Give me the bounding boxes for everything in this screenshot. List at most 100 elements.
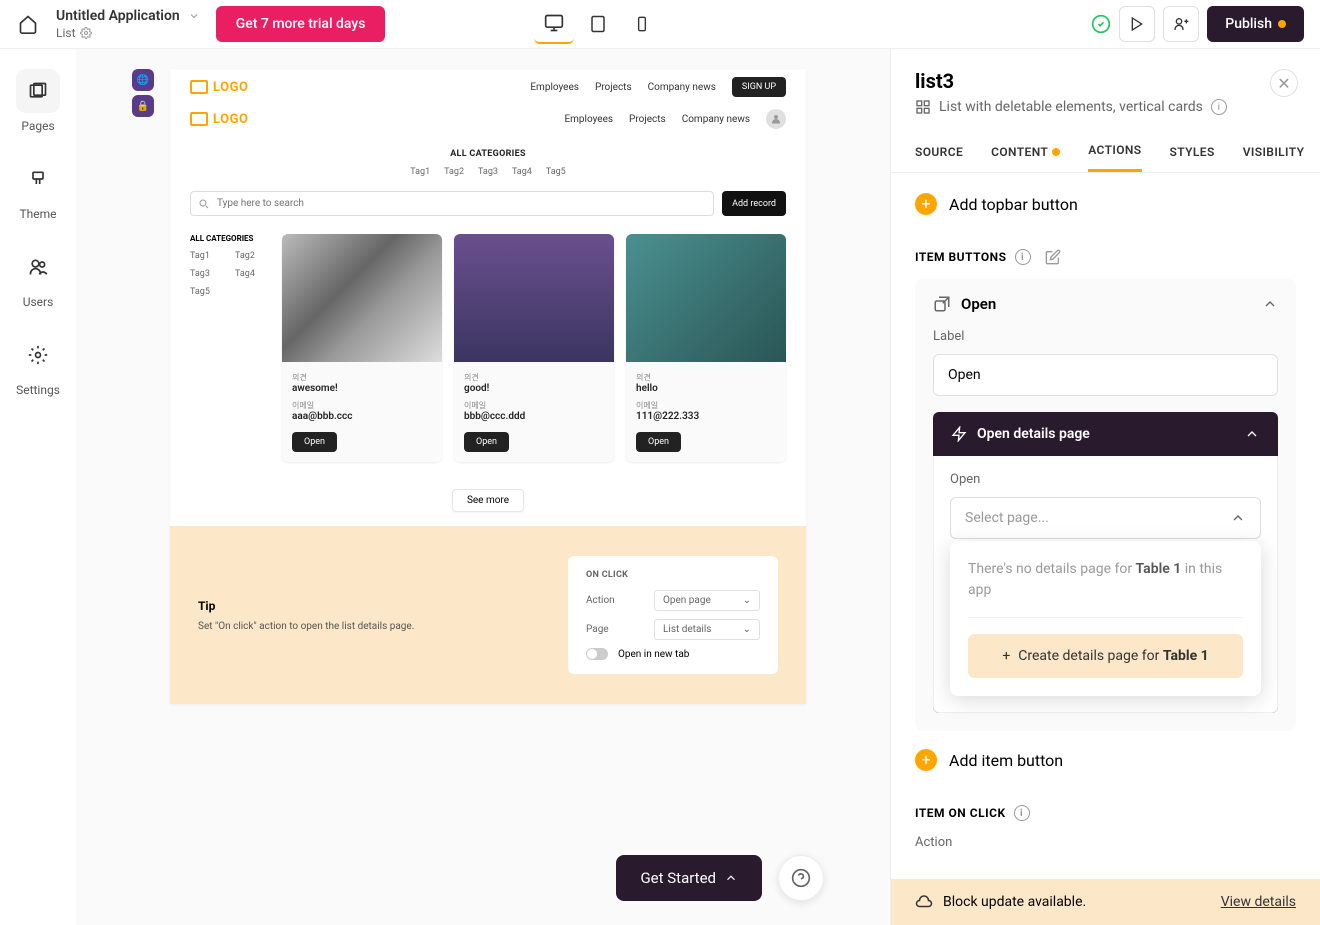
mobile-device-tab[interactable] [622,4,662,44]
side-tag[interactable]: Tag4 [235,269,270,279]
logo: LOGO [190,112,248,127]
label-input[interactable] [933,354,1278,396]
item-buttons-title: ITEM BUTTONS [915,250,1007,264]
lightning-icon [951,426,967,442]
home-icon[interactable] [16,12,40,36]
tab-content[interactable]: CONTENT [991,131,1060,172]
plus-icon: + [1002,648,1010,664]
play-button[interactable] [1119,6,1155,42]
tab-actions[interactable]: ACTIONS [1088,131,1141,172]
gear-icon[interactable] [80,27,92,39]
open-field-label: Open [950,472,1261,487]
gear-icon [28,345,48,365]
tab-visibility[interactable]: VISIBILITY [1243,131,1305,172]
open-expander-head[interactable]: Open [915,279,1296,329]
label-field-label: Label [933,329,1278,344]
info-icon[interactable]: i [1014,805,1030,821]
nav-link[interactable]: Company news [682,114,750,125]
lock-badge[interactable]: 🔒 [132,95,154,117]
tip-onclick-title: ON CLICK [586,570,760,580]
tag[interactable]: Tag5 [546,167,566,177]
card-label: 의견 [636,372,776,383]
update-banner: Block update available. View details [891,879,1320,925]
card[interactable]: 의견 good! 이메일 bbb@ccc.ddd Open [454,234,614,462]
add-user-button[interactable] [1163,6,1199,42]
tag[interactable]: Tag4 [512,167,532,177]
item-on-click-title: ITEM ON CLICK [915,806,1006,820]
signup-button[interactable]: SIGN UP [732,77,786,97]
side-tag[interactable]: Tag1 [190,251,225,261]
tablet-device-tab[interactable] [578,4,618,44]
card-label: 이메일 [464,400,604,411]
create-details-button[interactable]: + Create details page for Table 1 [968,634,1243,678]
view-details-link[interactable]: View details [1221,894,1296,910]
info-icon[interactable]: i [1015,249,1031,265]
nav-link[interactable]: Employees [564,114,613,125]
publish-button[interactable]: Publish [1207,6,1304,42]
tab-source[interactable]: SOURCE [915,131,963,172]
card-value: hello [636,383,776,394]
see-more-button[interactable]: See more [452,489,524,512]
plus-icon: + [915,193,937,215]
tip-action-label: Action [586,595,634,606]
card[interactable]: 의견 awesome! 이메일 aaa@bbb.ccc Open [282,234,442,462]
tag[interactable]: Tag3 [478,167,498,177]
open-details-expander-head[interactable]: Open details page [933,412,1278,456]
status-dot [1278,20,1286,28]
nav-link[interactable]: Projects [595,82,632,93]
card-open-button[interactable]: Open [292,432,337,452]
pages-icon [28,81,48,101]
avatar[interactable] [766,109,786,129]
nav-link[interactable]: Company news [648,82,716,93]
card-open-button[interactable]: Open [464,432,509,452]
card-label: 의견 [464,372,604,383]
page-dropdown-menu: There's no details page for Table 1 in t… [950,541,1261,696]
chevron-down-icon[interactable] [188,10,200,22]
app-subtitle: List [56,26,76,40]
side-tag[interactable]: Tag3 [190,269,225,279]
side-tag[interactable]: Tag2 [235,251,270,261]
add-topbar-button[interactable]: + Add topbar button [915,187,1296,221]
card-open-button[interactable]: Open [636,432,681,452]
nav-link[interactable]: Projects [629,114,666,125]
globe-badge[interactable]: 🌐 [132,69,154,91]
help-button[interactable] [778,855,824,901]
categories-title: ALL CATEGORIES [170,149,806,159]
card[interactable]: 의견 hello 이메일 111@222.333 Open [626,234,786,462]
add-item-button[interactable]: + Add item button [915,743,1296,777]
card-value: awesome! [292,383,432,394]
nav-theme[interactable]: Theme [16,157,60,221]
panel-close-button[interactable]: ✕ [1270,69,1298,97]
side-tag[interactable]: Tag5 [190,287,225,297]
chevron-up-icon [1262,296,1278,312]
users-icon [28,257,48,277]
get-started-button[interactable]: Get Started [616,855,762,901]
check-icon[interactable] [1091,14,1111,34]
tab-styles[interactable]: STYLES [1170,131,1215,172]
info-icon[interactable]: i [1211,99,1227,115]
tip-page-select: List details⌄ [654,619,760,640]
add-record-button[interactable]: Add record [722,191,786,216]
nav-label: Theme [19,207,56,221]
card-image [454,234,614,362]
search-input[interactable] [190,191,714,216]
cloud-icon [915,893,933,911]
card-label: 의견 [292,372,432,383]
tag[interactable]: Tag1 [410,167,430,177]
select-page-dropdown[interactable]: Select page... [950,497,1261,539]
tag[interactable]: Tag2 [444,167,464,177]
tip-page-label: Page [586,624,634,635]
preview-canvas: LOGO Employees Projects Company news SIG… [170,69,806,704]
tip-action-select: Open page⌄ [654,590,760,611]
trial-button[interactable]: Get 7 more trial days [216,6,386,42]
tip-card: ON CLICK Action Open page⌄ Page List det… [568,556,778,674]
select-placeholder: Select page... [965,510,1049,526]
nav-settings[interactable]: Settings [16,333,60,397]
nav-users[interactable]: Users [16,245,60,309]
nav-pages[interactable]: Pages [16,69,60,133]
desktop-device-tab[interactable] [534,4,574,44]
chevron-up-icon [724,871,738,885]
nav-link[interactable]: Employees [530,82,579,93]
edit-icon[interactable] [1045,249,1061,265]
logo: LOGO [190,80,248,95]
